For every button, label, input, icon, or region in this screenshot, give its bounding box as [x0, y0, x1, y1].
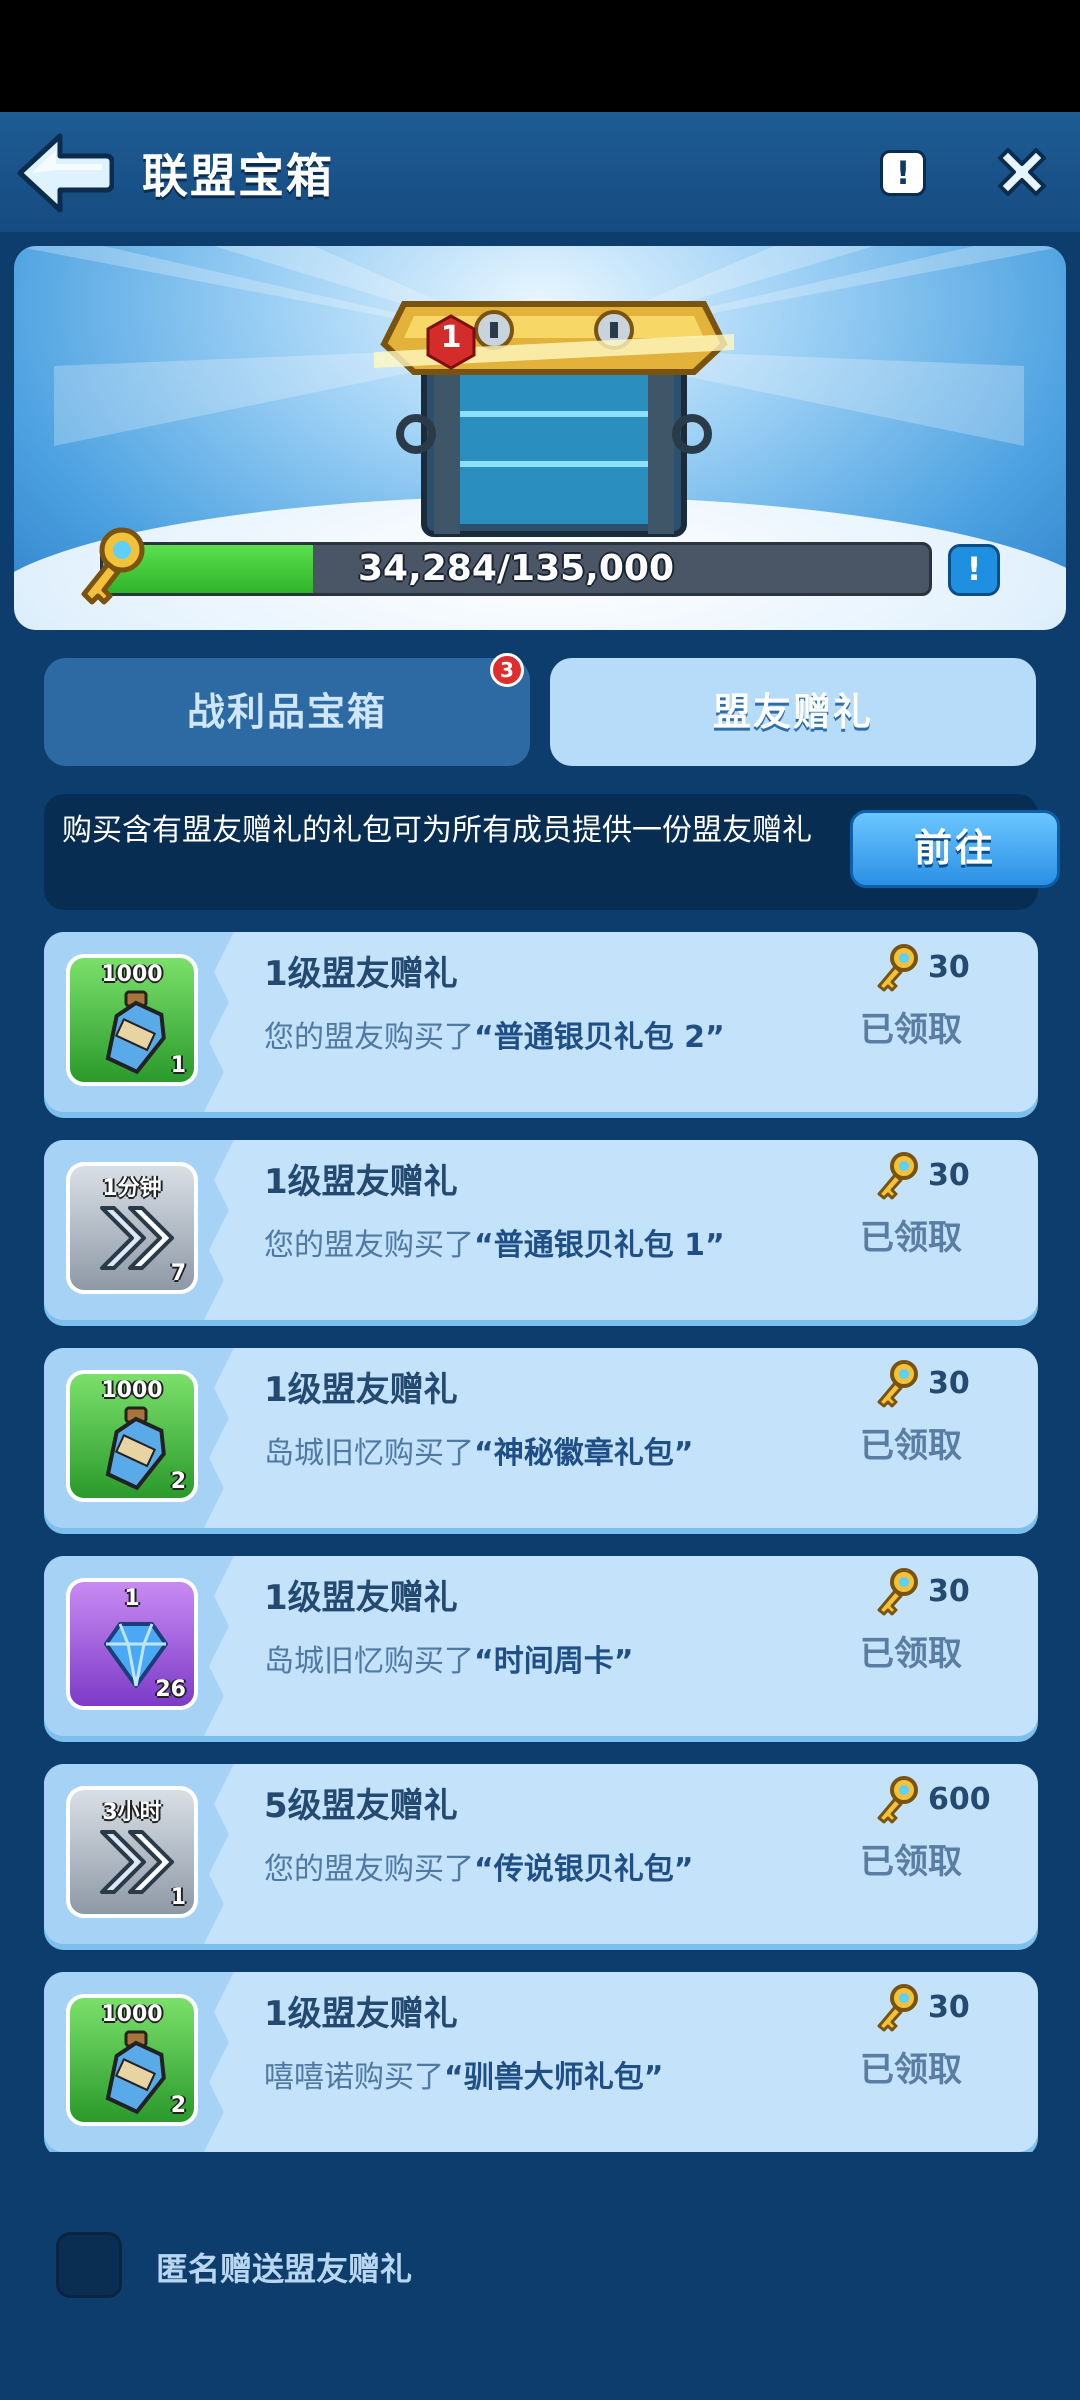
tab-loot-chest[interactable]: 战利品宝箱: [44, 658, 530, 766]
gift-card: 1000 2 1级盟友赠礼岛城旧忆购买了“神秘徽章礼包” 30 已领取: [44, 1348, 1038, 1528]
gift-description: 嘻嘻诺购买了“驯兽大师礼包”: [264, 2052, 663, 2096]
item-count: 2: [170, 2093, 186, 2118]
item-amount: 1000: [101, 962, 163, 987]
alliance-chest-icon: [374, 301, 734, 537]
claimed-status: 已领取: [860, 1426, 962, 1466]
gift-pack-name: “驯兽大师礼包”: [444, 2060, 664, 2095]
gift-buyer: 嘻嘻诺购买了: [264, 2060, 444, 2095]
gift-description: 您的盟友购买了“普通银贝礼包 2”: [264, 1012, 725, 1056]
gift-notice: 购买含有盟友赠礼的礼包可为所有成员提供一份盟友赠礼 前往: [44, 794, 1060, 910]
chest-level-text: 1: [440, 320, 462, 355]
gift-card: 1分钟 7 1级盟友赠礼您的盟友购买了“普通银贝礼包 1” 30 已领取: [44, 1140, 1038, 1320]
claimed-status: 已领取: [860, 1634, 962, 1674]
gift-pack-name: “普通银贝礼包 1”: [474, 1228, 725, 1263]
gift-pack-name: “时间周卡”: [474, 1644, 634, 1679]
gift-buyer: 岛城旧忆购买了: [264, 1436, 474, 1471]
info-button[interactable]: !: [880, 150, 926, 196]
gift-buyer: 您的盟友购买了: [264, 1020, 474, 1055]
gift-pack-name: “神秘徽章礼包”: [474, 1436, 694, 1471]
anonymous-label: 匿名赠送盟友赠礼: [156, 2250, 413, 2288]
tab-loot-chest-badge: 3: [490, 653, 524, 687]
key-amount: 600: [928, 1782, 991, 1817]
gift-description: 岛城旧忆购买了“神秘徽章礼包”: [264, 1428, 693, 1472]
status-bar: [0, 0, 1080, 112]
go-button[interactable]: 前往: [850, 810, 1060, 888]
gift-list: 1000 1 1级盟友赠礼 您的盟友购买了“普通银贝礼包 2” 30 已领取 1分钟 7 1级盟…: [44, 932, 1038, 2152]
key-icon: [877, 1568, 918, 1616]
gift-buyer: 您的盟友购买了: [264, 1228, 474, 1263]
chest-banner: 1 34,284/135,000 !: [14, 246, 1066, 630]
key-amount: 30: [928, 1366, 970, 1401]
item-count: 26: [155, 1677, 186, 1702]
key-amount: 30: [928, 950, 970, 985]
gift-card: 1 26 1级盟友赠礼岛城旧忆购买了“时间周卡” 30 已领取: [44, 1556, 1038, 1736]
item-count: 1: [170, 1053, 186, 1078]
gift-title: 1级盟友赠礼: [264, 1370, 458, 1410]
notice-text: 购买含有盟友赠礼的礼包可为所有成员提供一份盟友赠礼: [62, 813, 812, 848]
key-icon: [877, 1984, 918, 2032]
item-amount: 3小时: [102, 1800, 162, 1825]
page-title: 联盟宝箱: [142, 149, 334, 203]
gift-pack-name: “传说银贝礼包”: [474, 1852, 694, 1887]
tab-ally-gift[interactable]: 盟友赠礼: [550, 658, 1036, 766]
gift-card: 1000 1 1级盟友赠礼您的盟友购买了“普通银贝礼包 2” 30 已领取: [44, 932, 1038, 1112]
key-icon: [877, 1152, 918, 1200]
gift-buyer: 岛城旧忆购买了: [264, 1644, 474, 1679]
exp-potion-icon: 1000 1: [66, 954, 198, 1086]
item-count: 2: [170, 1469, 186, 1494]
item-amount: 1000: [101, 1378, 163, 1403]
key-icon: [877, 944, 918, 992]
gift-description: 您的盟友购买了“传说银贝礼包”: [264, 1844, 693, 1888]
item-amount: 1分钟: [102, 1176, 162, 1201]
key-progress-bar: 34,284/135,000: [100, 542, 932, 596]
item-count: 7: [170, 1261, 186, 1286]
item-amount: 1: [124, 1586, 140, 1611]
close-icon[interactable]: [992, 142, 1052, 202]
gift-pack-name: “普通银贝礼包 2”: [474, 1020, 725, 1055]
gift-title: 1级盟友赠礼: [264, 1578, 458, 1618]
key-icon: [877, 1360, 918, 1408]
gift-buyer: 您的盟友购买了: [264, 1852, 474, 1887]
gift-title: 1级盟友赠礼: [264, 954, 458, 994]
anonymous-checkbox[interactable]: [56, 2232, 122, 2298]
progress-info-button[interactable]: !: [948, 544, 1000, 596]
item-count: 1: [170, 1885, 186, 1910]
key-icon: [81, 527, 145, 605]
diamond-icon: 1 26: [66, 1578, 198, 1710]
claimed-status: 已领取: [860, 1010, 962, 1050]
gift-card: 1000 2 1级盟友赠礼嘻嘻诺购买了“驯兽大师礼包” 30 已领取: [44, 1972, 1038, 2152]
gift-title: 5级盟友赠礼: [264, 1786, 458, 1826]
gift-description: 您的盟友购买了“普通银贝礼包 1”: [264, 1220, 725, 1264]
exp-potion-icon: 1000 2: [66, 1370, 198, 1502]
claimed-status: 已领取: [860, 2050, 962, 2090]
claimed-status: 已领取: [860, 1218, 962, 1258]
claimed-status: 已领取: [860, 1842, 962, 1882]
key-progress-text: 34,284/135,000: [357, 548, 675, 589]
item-amount: 1000: [101, 2002, 163, 2027]
gift-card: 3小时 1 5级盟友赠礼您的盟友购买了“传说银贝礼包” 600 已领取: [44, 1764, 1038, 1944]
gift-title: 1级盟友赠礼: [264, 1994, 458, 2034]
key-amount: 30: [928, 1574, 970, 1609]
exp-potion-icon: 1000 2: [66, 1994, 198, 2126]
back-arrow-icon[interactable]: [14, 130, 114, 216]
key-amount: 30: [928, 1158, 970, 1193]
key-icon: [877, 1776, 918, 1824]
header: 联盟宝箱 !: [0, 112, 1080, 235]
speedup-icon: 1分钟 7: [66, 1162, 198, 1294]
gift-title: 1级盟友赠礼: [264, 1162, 458, 1202]
key-amount: 30: [928, 1990, 970, 2025]
gift-description: 岛城旧忆购买了“时间周卡”: [264, 1636, 633, 1680]
speedup-icon: 3小时 1: [66, 1786, 198, 1918]
